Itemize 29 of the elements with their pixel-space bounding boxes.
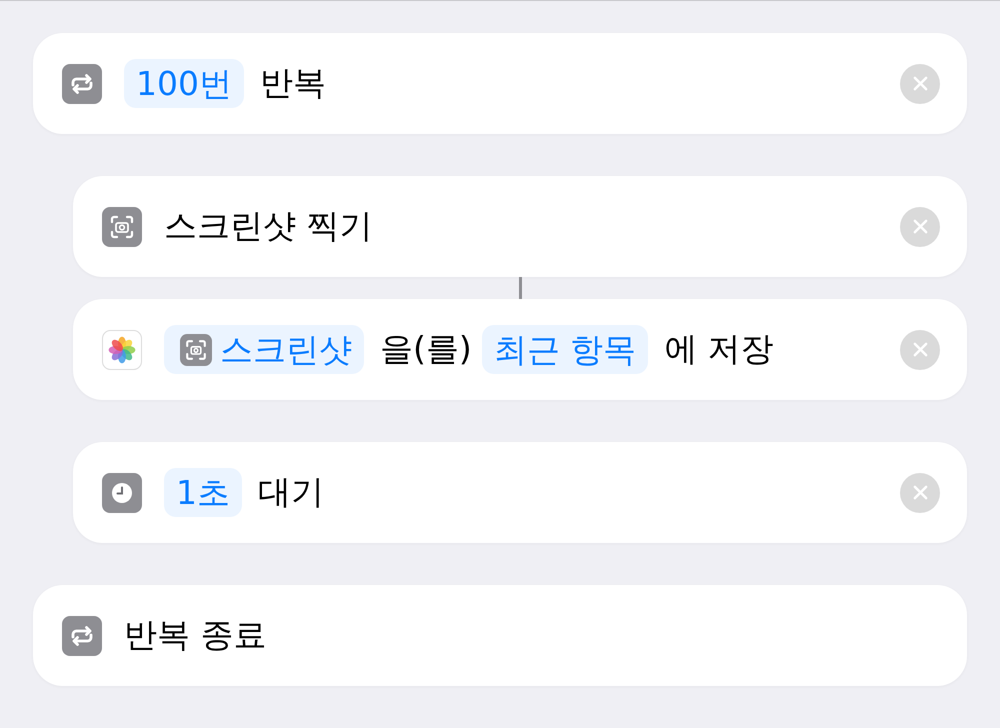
action-label: 스크린샷 찍기	[164, 205, 372, 247]
action-card[interactable]: 100번 반복	[33, 33, 967, 134]
parameter-token[interactable]: 100번	[124, 58, 244, 108]
action-card[interactable]: 스크린샷 찍기	[73, 176, 967, 277]
close-icon	[912, 342, 928, 357]
camera-viewfinder-icon	[102, 206, 142, 246]
parameter-token[interactable]: 1초	[164, 468, 242, 518]
parameter-token[interactable]: 최근 항목	[482, 324, 648, 374]
action-label: 에 저장	[664, 328, 774, 370]
repeat-icon	[62, 64, 102, 104]
action-label: 을(를)	[380, 328, 472, 370]
remove-button[interactable]	[900, 330, 940, 370]
action-card[interactable]: 스크린샷 을(를) 최근 항목 에 저장	[73, 299, 967, 400]
action-card[interactable]: 1초 대기	[73, 442, 967, 543]
camera-viewfinder-icon	[180, 334, 212, 366]
remove-button[interactable]	[900, 472, 940, 512]
clock-icon	[102, 472, 142, 512]
close-icon	[912, 485, 928, 500]
action-card[interactable]: 반복 종료	[33, 585, 967, 686]
remove-button[interactable]	[900, 64, 940, 104]
action-label: 대기	[258, 471, 324, 513]
close-icon	[912, 76, 928, 91]
close-icon	[912, 219, 928, 234]
action-label: 반복	[260, 62, 326, 104]
flower-icon	[102, 330, 142, 370]
repeat-icon	[62, 616, 102, 656]
action-label: 반복 종료	[124, 614, 266, 656]
variable-token[interactable]: 스크린샷	[164, 324, 364, 374]
remove-button[interactable]	[900, 206, 940, 246]
